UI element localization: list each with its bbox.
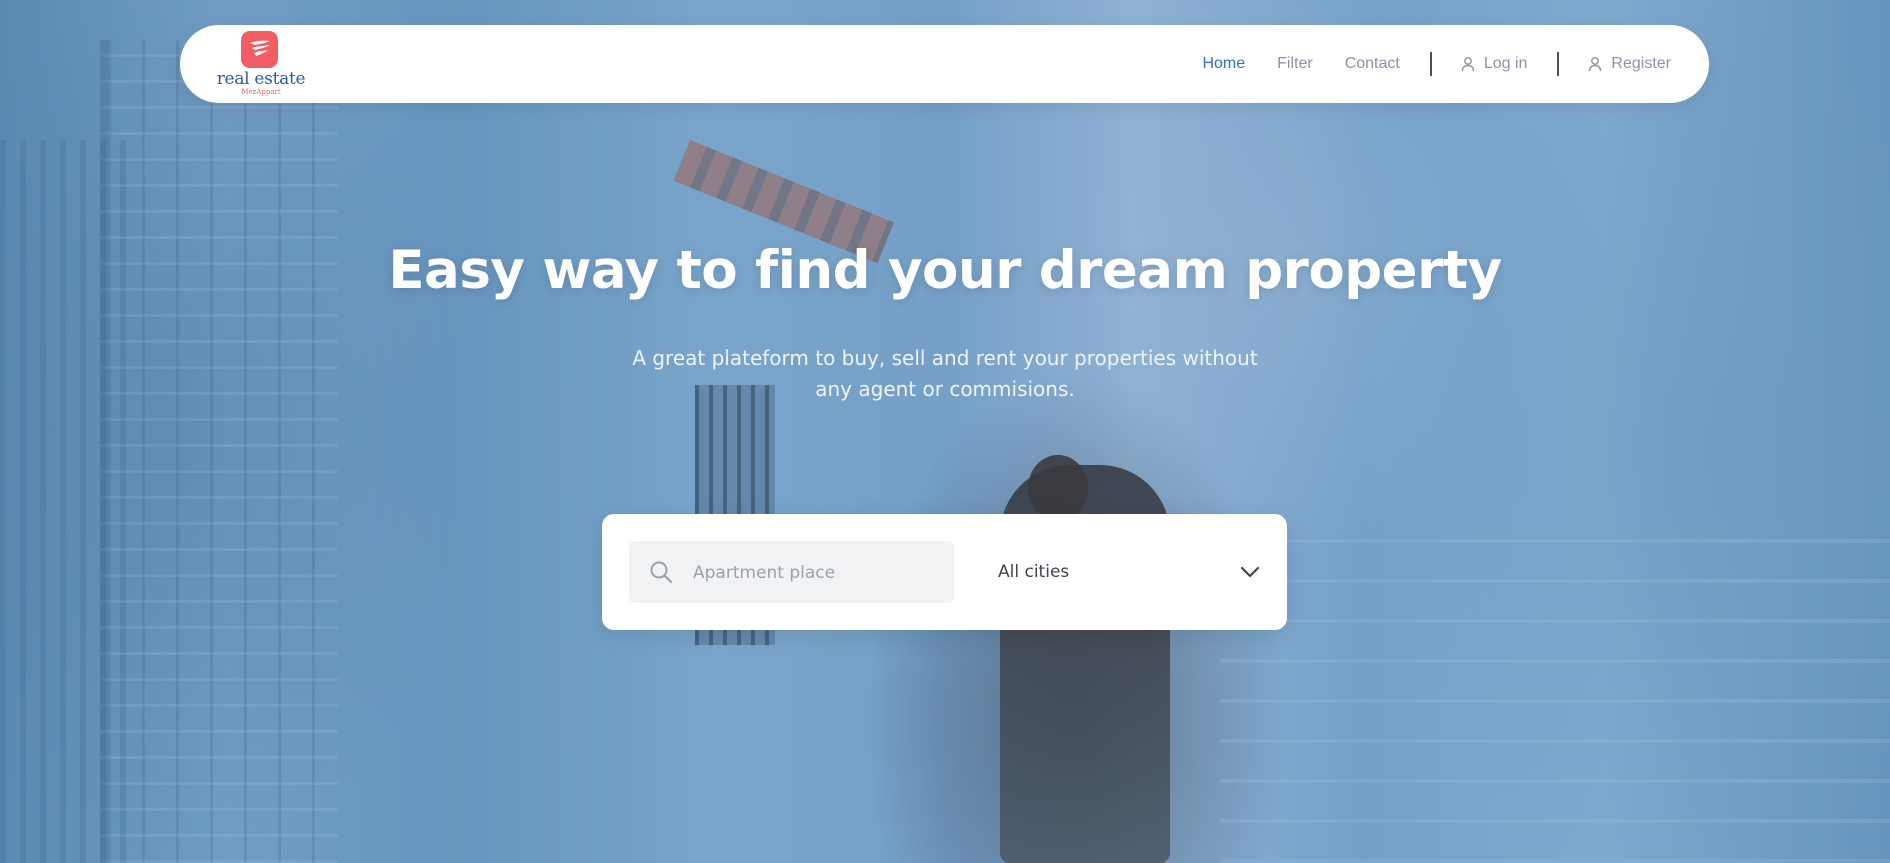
hero-section: real estate MezAppart Home Filter Contac… [0, 0, 1890, 863]
navbar: real estate MezAppart Home Filter Contac… [180, 25, 1709, 103]
register-link[interactable]: Register [1587, 55, 1671, 73]
nav-divider [1557, 52, 1560, 76]
logo-tagline: MezAppart [241, 88, 281, 96]
bird-wing-icon [250, 40, 270, 56]
hero-overlay [0, 0, 1890, 863]
search-icon [650, 561, 672, 583]
login-link[interactable]: Log in [1460, 55, 1528, 73]
city-select[interactable]: All cities [998, 541, 1260, 603]
nav-link-contact[interactable]: Contact [1345, 55, 1400, 73]
hero-headline: Easy way to find your dream property [388, 240, 1502, 301]
search-card: All cities [602, 514, 1287, 630]
chevron-down-icon [1240, 566, 1260, 578]
logo-title: real estate [216, 69, 306, 89]
search-field [629, 541, 954, 605]
user-icon [1461, 57, 1475, 72]
login-label: Log in [1483, 55, 1528, 72]
register-label: Register [1611, 55, 1671, 72]
search-input[interactable] [691, 541, 945, 605]
nav-link-filter[interactable]: Filter [1277, 55, 1313, 73]
nav-links: Home Filter Contact Log in Register [1170, 25, 1671, 103]
hero-subheadline: A great plateform to buy, sell and rent … [632, 346, 1258, 401]
city-select-value: All cities [998, 562, 1070, 582]
nav-divider [1429, 52, 1432, 76]
nav-link-home[interactable]: Home [1202, 55, 1245, 73]
logo[interactable]: real estate MezAppart [216, 31, 306, 97]
logo-badge [241, 31, 278, 68]
user-icon [1589, 57, 1602, 72]
